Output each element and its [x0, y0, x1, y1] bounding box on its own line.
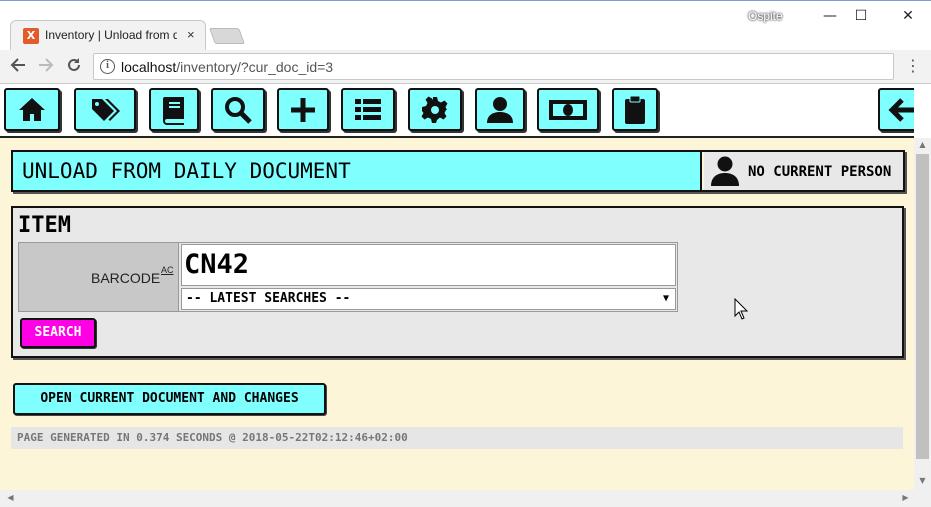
tags-icon — [92, 98, 120, 121]
open-current-document-button[interactable]: OPEN CURRENT DOCUMENT AND CHANGES — [13, 383, 326, 415]
current-person-box[interactable]: NO CURRENT PERSON — [704, 152, 903, 190]
list-icon — [355, 98, 381, 120]
scroll-right-icon[interactable]: ▶ — [897, 493, 914, 502]
page-title: UNLOAD FROM DAILY DOCUMENT — [13, 152, 702, 190]
barcode-input[interactable]: CN42 — [181, 244, 676, 286]
plus-icon — [291, 97, 315, 122]
home-button[interactable] — [4, 88, 60, 131]
mouse-cursor-icon — [734, 298, 748, 320]
vertical-scrollbar[interactable]: ▲ ▼ — [914, 138, 931, 490]
user-icon — [487, 96, 513, 123]
barcode-field-row: BARCODE AC CN42 -- LATEST SEARCHES -- ▼ — [18, 242, 678, 312]
back-nav-button[interactable] — [878, 88, 914, 131]
book-icon — [163, 96, 184, 125]
scroll-up-icon[interactable]: ▲ — [914, 140, 931, 149]
browser-user-label[interactable]: Ospite — [748, 9, 783, 23]
home-icon — [19, 97, 45, 121]
settings-button[interactable] — [408, 88, 462, 131]
book-button[interactable] — [149, 88, 199, 131]
tags-button[interactable] — [74, 88, 136, 131]
tab-close-icon[interactable]: × — [187, 27, 195, 42]
app-nav-bar — [0, 84, 914, 138]
url-text[interactable]: localhost/inventory/?cur_doc_id=3 — [121, 59, 333, 75]
scroll-left-icon[interactable]: ◀ — [2, 493, 19, 502]
clipboard-button[interactable] — [612, 88, 658, 131]
search-button[interactable]: SEARCH — [20, 318, 96, 348]
list-button[interactable] — [341, 88, 395, 131]
money-button[interactable] — [537, 88, 599, 131]
latest-searches-select[interactable]: -- LATEST SEARCHES -- ▼ — [181, 288, 676, 310]
minimize-icon[interactable]: — — [815, 5, 845, 27]
user-button[interactable] — [475, 88, 525, 131]
search-nav-button[interactable] — [211, 88, 265, 131]
arrow-left-icon — [888, 97, 914, 122]
add-button[interactable] — [277, 88, 329, 131]
current-person-label: NO CURRENT PERSON — [748, 164, 892, 180]
gear-icon — [421, 96, 448, 123]
barcode-label: BARCODE — [91, 270, 161, 286]
vertical-scroll-thumb[interactable] — [916, 154, 929, 459]
scroll-down-icon[interactable]: ▼ — [914, 476, 931, 485]
item-panel: ITEM BARCODE AC CN42 -- LATEST SEARCHES … — [11, 206, 904, 358]
dropdown-arrow-icon: ▼ — [662, 293, 669, 304]
person-icon — [711, 156, 739, 186]
clipboard-icon — [625, 95, 645, 124]
maximize-icon[interactable]: ☐ — [846, 5, 876, 27]
search-icon — [225, 96, 252, 124]
browser-menu-icon[interactable]: ⋮ — [905, 56, 921, 75]
new-tab-button[interactable] — [209, 28, 245, 44]
barcode-label-cell: BARCODE AC — [19, 243, 179, 311]
item-section-title: ITEM — [18, 213, 71, 238]
reload-icon[interactable] — [63, 56, 85, 78]
close-window-icon[interactable]: ✕ — [893, 5, 923, 27]
info-icon[interactable]: i — [100, 59, 115, 74]
page-generated-footer: PAGE GENERATED IN 0.374 SECONDS @ 2018-0… — [11, 427, 903, 449]
latest-searches-value: -- LATEST SEARCHES -- — [186, 291, 351, 306]
tab-title: Inventory | Unload from d — [45, 28, 177, 42]
browser-toolbar: i localhost/inventory/?cur_doc_id=3 ⋮ — [0, 50, 931, 84]
autocomplete-link[interactable]: AC — [161, 265, 174, 275]
page-content: UNLOAD FROM DAILY DOCUMENT NO CURRENT PE… — [0, 84, 914, 490]
browser-tab[interactable]: X Inventory | Unload from d × — [10, 20, 206, 50]
back-icon[interactable] — [7, 56, 29, 78]
browser-titlebar: X Inventory | Unload from d × Ospite — ☐… — [0, 0, 931, 50]
page-header: UNLOAD FROM DAILY DOCUMENT NO CURRENT PE… — [11, 150, 905, 192]
horizontal-scrollbar[interactable]: ◀ ▶ — [0, 490, 931, 507]
favicon-icon: X — [23, 28, 39, 44]
forward-icon[interactable] — [35, 56, 57, 78]
money-icon — [549, 99, 587, 120]
address-bar[interactable]: i localhost/inventory/?cur_doc_id=3 — [93, 53, 894, 80]
